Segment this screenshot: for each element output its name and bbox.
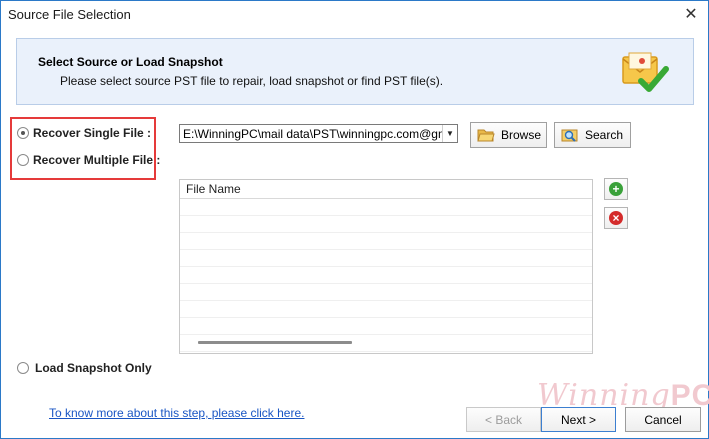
- file-name-column-header[interactable]: File Name: [180, 180, 592, 199]
- add-file-button[interactable]: +: [604, 178, 628, 200]
- list-row: [180, 250, 592, 267]
- search-button[interactable]: Search: [554, 122, 631, 148]
- list-row: [180, 301, 592, 318]
- window-title: Source File Selection: [8, 7, 131, 22]
- cancel-button[interactable]: Cancel: [625, 407, 701, 432]
- back-button[interactable]: < Back: [466, 407, 541, 432]
- list-row: [180, 318, 592, 335]
- help-link[interactable]: To know more about this step, please cli…: [49, 406, 304, 420]
- recover-multiple-file-radio[interactable]: [17, 154, 29, 166]
- source-file-selection-window: Source File Selection ✕ Select Source or…: [0, 0, 709, 439]
- recover-single-file-option[interactable]: Recover Single File :: [17, 126, 151, 140]
- folder-open-icon: [477, 129, 495, 142]
- recover-single-file-label: Recover Single File :: [33, 126, 152, 140]
- remove-icon: ×: [609, 211, 623, 225]
- pst-path-dropdown[interactable]: E:\WinningPC\mail data\PST\winningpc.com…: [179, 124, 458, 143]
- load-snapshot-radio[interactable]: [17, 362, 29, 374]
- list-row: [180, 267, 592, 284]
- envelope-check-icon: [622, 52, 669, 92]
- title-bar: Source File Selection ✕: [1, 1, 708, 29]
- list-row: [180, 199, 592, 216]
- close-icon[interactable]: ✕: [680, 5, 702, 25]
- recover-multiple-file-option[interactable]: Recover Multiple File :: [17, 153, 160, 167]
- list-row: [180, 233, 592, 250]
- recover-multiple-file-label: Recover Multiple File :: [33, 153, 161, 167]
- horizontal-scrollbar[interactable]: [198, 341, 352, 344]
- search-folder-icon: [561, 129, 578, 142]
- list-row: [180, 216, 592, 233]
- list-row: [180, 284, 592, 301]
- browse-button[interactable]: Browse: [470, 122, 547, 148]
- load-snapshot-label: Load Snapshot Only: [35, 361, 152, 375]
- browse-label: Browse: [501, 128, 542, 142]
- recover-single-file-radio[interactable]: [17, 127, 29, 139]
- chevron-down-icon[interactable]: ▼: [442, 125, 457, 142]
- header-panel: Select Source or Load Snapshot Please se…: [16, 38, 694, 105]
- next-button[interactable]: Next >: [541, 407, 616, 432]
- file-list[interactable]: File Name: [179, 179, 593, 354]
- pst-path-value: E:\WinningPC\mail data\PST\winningpc.com…: [183, 126, 442, 141]
- remove-file-button[interactable]: ×: [604, 207, 628, 229]
- search-label: Search: [585, 128, 624, 142]
- add-icon: +: [609, 182, 623, 196]
- header-title: Select Source or Load Snapshot: [38, 55, 223, 69]
- load-snapshot-option[interactable]: Load Snapshot Only: [17, 361, 152, 375]
- header-subtitle: Please select source PST file to repair,…: [60, 74, 444, 88]
